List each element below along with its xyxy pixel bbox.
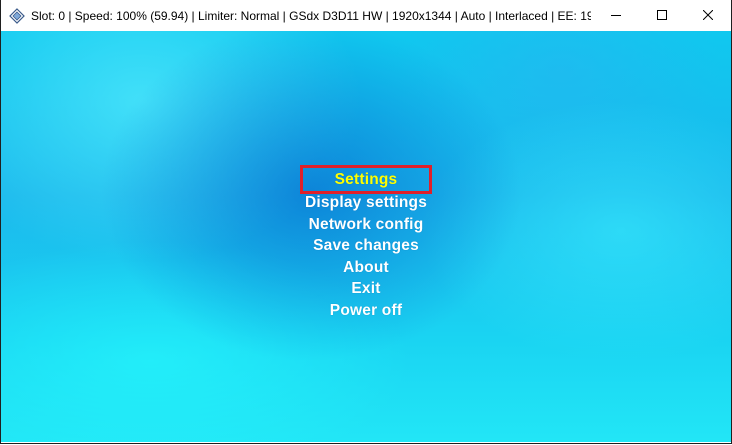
- title-bar[interactable]: Slot: 0 | Speed: 100% (59.94) | Limiter:…: [1, 0, 731, 31]
- minimize-icon: [611, 7, 621, 25]
- game-display[interactable]: Settings Display settings Network config…: [1, 31, 731, 442]
- caption-buttons: [593, 0, 731, 31]
- menu-item-settings[interactable]: Settings: [300, 165, 432, 194]
- pcsx2-diamond-icon: [9, 7, 25, 24]
- main-menu: Settings Display settings Network config…: [1, 165, 731, 322]
- menu-item-display-settings[interactable]: Display settings: [305, 192, 427, 214]
- maximize-icon: [657, 7, 667, 25]
- close-button[interactable]: [685, 0, 731, 31]
- menu-item-power-off[interactable]: Power off: [330, 300, 402, 322]
- minimize-button[interactable]: [593, 0, 639, 31]
- menu-item-exit[interactable]: Exit: [351, 278, 380, 300]
- emulator-window: Slot: 0 | Speed: 100% (59.94) | Limiter:…: [0, 0, 732, 444]
- menu-item-save-changes[interactable]: Save changes: [313, 235, 419, 257]
- maximize-button[interactable]: [639, 0, 685, 31]
- window-title: Slot: 0 | Speed: 100% (59.94) | Limiter:…: [31, 8, 591, 23]
- menu-item-network-config[interactable]: Network config: [309, 214, 424, 236]
- menu-item-about[interactable]: About: [343, 257, 389, 279]
- close-icon: [702, 7, 714, 25]
